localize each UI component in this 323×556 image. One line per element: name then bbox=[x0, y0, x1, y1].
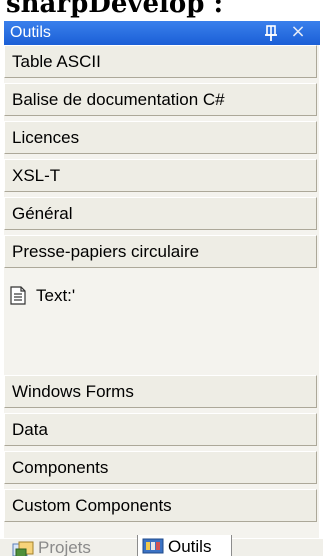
bottom-tab-bar: Projets Outils bbox=[0, 535, 323, 556]
section-windows-forms[interactable]: Windows Forms bbox=[4, 375, 317, 408]
tool-item-label: Text:' bbox=[36, 286, 76, 305]
section-data[interactable]: Data bbox=[4, 413, 317, 446]
panel-title: Outils bbox=[10, 24, 51, 41]
tab-outils[interactable]: Outils bbox=[137, 535, 232, 556]
section-balise-documentation[interactable]: Balise de documentation C# bbox=[4, 83, 317, 116]
toolbox-icon bbox=[142, 537, 164, 555]
section-presse-papiers[interactable]: Presse-papiers circulaire bbox=[4, 235, 317, 268]
pin-icon[interactable] bbox=[262, 23, 280, 43]
document-heading: sharpDevelop : bbox=[6, 0, 224, 19]
close-icon[interactable]: × bbox=[289, 22, 307, 42]
tab-projets[interactable]: Projets bbox=[12, 538, 130, 556]
projects-icon bbox=[12, 541, 34, 556]
text-document-icon bbox=[10, 286, 26, 305]
section-general[interactable]: Général bbox=[4, 197, 317, 230]
toolbox-panel: Outils × Table ASCII Balise de documenta… bbox=[3, 21, 320, 542]
tab-outils-label: Outils bbox=[168, 537, 212, 556]
section-components[interactable]: Components bbox=[4, 451, 317, 484]
tab-projets-label: Projets bbox=[38, 538, 91, 556]
section-custom-components[interactable]: Custom Components bbox=[4, 489, 317, 522]
section-licences[interactable]: Licences bbox=[4, 121, 317, 154]
page: sharpDevelop : Outils × Table ASCII Bali… bbox=[0, 0, 323, 556]
section-xsl-t[interactable]: XSL-T bbox=[4, 159, 317, 192]
tool-item-text[interactable]: Text:' bbox=[4, 283, 317, 309]
panel-titlebar: Outils × bbox=[4, 21, 320, 45]
section-table-ascii[interactable]: Table ASCII bbox=[4, 45, 317, 78]
